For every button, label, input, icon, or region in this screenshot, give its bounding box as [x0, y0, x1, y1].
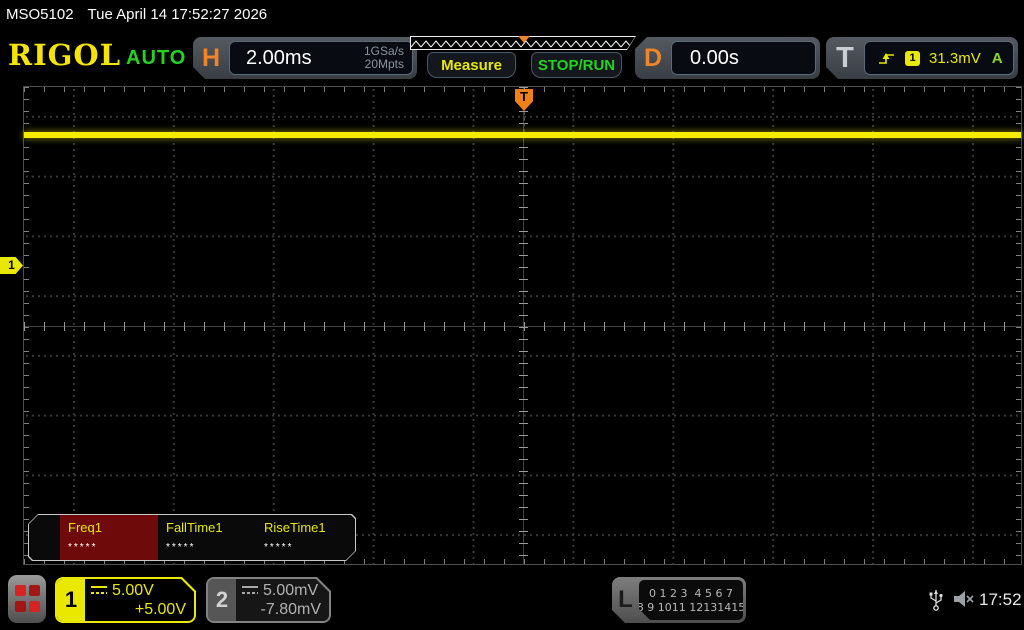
trigger-marker-stem — [524, 112, 525, 132]
trigger-label: T — [826, 42, 864, 75]
quick-menu-icon[interactable] — [8, 575, 46, 623]
measurement-value: ***** — [68, 542, 158, 553]
waveform-display-area: T — [23, 86, 1022, 565]
horizontal-settings-box[interactable]: H 2.00ms 1GSa/s 20Mpts — [193, 37, 417, 79]
trigger-settings-box[interactable]: T 1 31.3mV A — [826, 37, 1018, 79]
measurement-value: ***** — [264, 542, 354, 553]
logic-channels-row2: 8 9 1011 12131415 — [637, 601, 745, 614]
measurement-results-box: Freq1 ***** FallTime1 ***** RiseTime1 **… — [28, 514, 356, 561]
quick-menu-square — [29, 585, 40, 596]
measurement-results-inner: Freq1 ***** FallTime1 ***** RiseTime1 **… — [29, 515, 355, 560]
measurement-item-freq1[interactable]: Freq1 ***** — [60, 515, 158, 560]
trigger-inner: 1 31.3mV A — [864, 41, 1014, 75]
acquisition-mode-label: AUTO — [126, 47, 186, 70]
trigger-source-badge: 1 — [905, 51, 920, 66]
dc-coupling-icon — [91, 586, 107, 595]
logic-channels-row1: 0 1 2 3 4 5 6 7 — [649, 587, 733, 600]
channel2-readout: 5.00mV -7.80mV — [236, 579, 329, 621]
measure-button[interactable]: Measure — [427, 52, 516, 78]
trigger-level-value: 31.3mV — [929, 50, 981, 67]
channel1-trace — [24, 132, 1021, 138]
rising-edge-trigger-icon — [877, 51, 896, 66]
grid-center-horizontal-ticks — [24, 322, 1021, 331]
delay-value: 0.00s — [672, 47, 739, 70]
datetime: Tue April 14 17:52:27 2026 — [88, 6, 268, 23]
channel1-level-marker[interactable]: 1 — [0, 257, 23, 274]
quick-menu-square — [29, 601, 40, 612]
status-bar: MSO5102 Tue April 14 17:52:27 2026 — [6, 6, 281, 23]
clock: 17:52 — [979, 590, 1022, 610]
channel1-offset: +5.00V — [91, 601, 186, 619]
channel1-button[interactable]: 1 5.00V +5.00V — [55, 577, 196, 623]
waveform-preview-strip[interactable] — [410, 36, 636, 50]
measurement-name: FallTime1 — [166, 520, 256, 535]
rigol-logo: RIGOL — [8, 38, 121, 72]
oscilloscope-screen: MSO5102Tue April 14 17:52:27 2026 RIGOL … — [0, 0, 1024, 630]
model-name: MSO5102 — [6, 6, 74, 23]
stop-run-button[interactable]: STOP/RUN — [531, 52, 622, 78]
quick-menu-square — [15, 585, 26, 596]
channel2-offset: -7.80mV — [242, 601, 321, 619]
trigger-info-row: 1 31.3mV A — [865, 50, 1013, 67]
measurement-item-falltime1[interactable]: FallTime1 ***** — [158, 515, 256, 560]
channel2-scale: 5.00mV — [263, 582, 318, 600]
channel1-number: 1 — [57, 579, 85, 621]
dc-coupling-icon — [242, 586, 258, 595]
channel2-button-inner: 2 5.00mV -7.80mV — [208, 579, 329, 621]
quick-menu-square — [15, 601, 26, 612]
delay-inner: 0.00s — [671, 41, 816, 75]
channel1-scale: 5.00V — [112, 582, 154, 600]
horizontal-label: H — [193, 44, 229, 73]
channel2-button[interactable]: 2 5.00mV -7.80mV — [206, 577, 331, 623]
sample-rate-block: 1GSa/s 20Mpts — [364, 45, 412, 71]
usb-icon[interactable] — [928, 585, 944, 613]
horizontal-inner: 2.00ms 1GSa/s 20Mpts — [229, 41, 413, 75]
measurement-name: RiseTime1 — [264, 520, 354, 535]
memory-depth: 20Mpts — [364, 58, 404, 71]
logic-analyzer-button[interactable]: L 0 1 2 3 4 5 6 7 8 9 1011 12131415 — [612, 577, 746, 623]
measurement-name: Freq1 — [68, 520, 158, 535]
channel1-readout: 5.00V +5.00V — [85, 579, 194, 621]
delay-settings-box[interactable]: D 0.00s — [635, 37, 820, 79]
delay-label: D — [635, 44, 671, 73]
channel2-number: 2 — [208, 579, 236, 621]
preview-trigger-position-icon[interactable] — [518, 36, 530, 43]
measurement-item-risetime1[interactable]: RiseTime1 ***** — [256, 515, 354, 560]
trigger-sweep-mode: A — [992, 50, 1003, 67]
logic-analyzer-label: L — [612, 577, 639, 623]
logic-channels-box: 0 1 2 3 4 5 6 7 8 9 1011 12131415 — [639, 580, 743, 620]
timebase-value: 2.00ms — [230, 47, 364, 70]
channel1-button-inner: 1 5.00V +5.00V — [57, 579, 194, 621]
measurement-value: ***** — [166, 542, 256, 553]
speaker-muted-icon[interactable] — [951, 588, 975, 610]
